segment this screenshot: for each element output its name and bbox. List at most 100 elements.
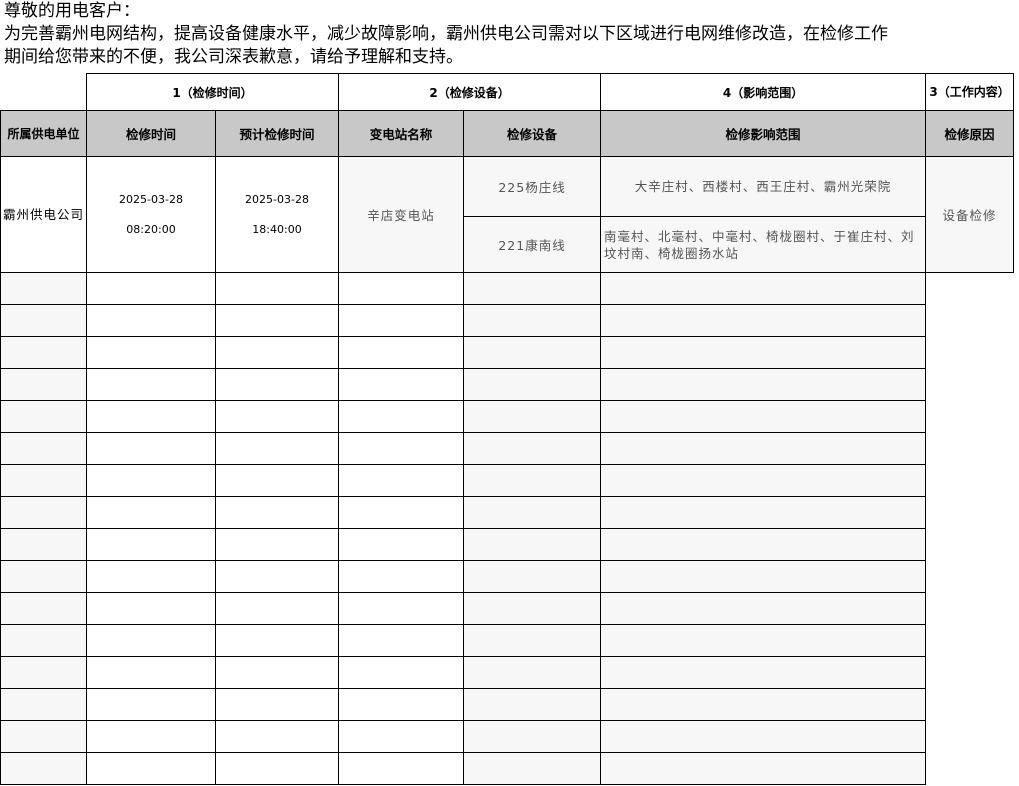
empty-cell xyxy=(214,592,340,625)
empty-cell xyxy=(0,528,87,561)
empty-cell xyxy=(86,304,216,337)
col-device: 检修设备 xyxy=(463,110,602,157)
empty-row xyxy=(0,400,1014,433)
empty-cell xyxy=(463,432,602,465)
empty-cell xyxy=(0,336,87,369)
empty-cell xyxy=(338,304,465,337)
empty-cell xyxy=(600,432,927,465)
empty-cell xyxy=(0,368,87,401)
empty-cell xyxy=(463,464,602,497)
empty-cell xyxy=(214,400,340,433)
empty-cell xyxy=(600,336,927,369)
empty-cell xyxy=(86,528,216,561)
empty-cell xyxy=(214,624,340,657)
empty-cell xyxy=(0,624,87,657)
empty-cell xyxy=(0,720,87,753)
empty-cell xyxy=(338,496,465,529)
empty-row xyxy=(0,464,1014,497)
empty-cell xyxy=(0,560,87,593)
empty-cell xyxy=(463,272,602,305)
col-scope: 检修影响范围 xyxy=(600,110,927,157)
section-time: 1（检修时间） xyxy=(85,73,340,111)
empty-cell xyxy=(600,464,927,497)
substation-cell: 辛店变电站 xyxy=(338,156,465,273)
empty-cell xyxy=(600,560,927,593)
empty-cell xyxy=(463,368,602,401)
col-start-time: 检修时间 xyxy=(86,110,216,157)
empty-cell xyxy=(0,432,87,465)
empty-cell xyxy=(338,464,465,497)
col-reason: 检修原因 xyxy=(925,110,1015,157)
empty-cell xyxy=(214,464,340,497)
empty-row xyxy=(0,496,1014,529)
empty-cell xyxy=(600,752,927,785)
empty-cell xyxy=(0,496,87,529)
section-scope: 4（影响范围） xyxy=(600,73,927,111)
empty-cell xyxy=(0,272,87,305)
empty-cell xyxy=(0,752,87,785)
end-date: 2025-03-28 xyxy=(245,192,309,206)
empty-row xyxy=(0,592,1014,625)
empty-cell xyxy=(86,688,216,721)
empty-row xyxy=(0,720,1014,753)
empty-cell xyxy=(214,368,340,401)
empty-cell xyxy=(463,624,602,657)
empty-cell xyxy=(214,432,340,465)
notice-line-2: 期间给您带来的不便，我公司深表歉意，请给予理解和支持。 xyxy=(4,47,463,67)
empty-cell xyxy=(338,336,465,369)
empty-row xyxy=(0,624,1014,657)
empty-cell xyxy=(214,496,340,529)
start-time-cell: 2025-03-28 08:20:00 xyxy=(86,156,216,273)
empty-cell xyxy=(86,624,216,657)
empty-cell xyxy=(86,752,216,785)
empty-cell xyxy=(600,688,927,721)
empty-cell xyxy=(338,560,465,593)
end-time-cell: 2025-03-28 18:40:00 xyxy=(214,156,340,273)
empty-rows xyxy=(0,272,1014,785)
empty-cell xyxy=(338,368,465,401)
empty-row xyxy=(0,336,1014,369)
empty-cell xyxy=(600,368,927,401)
empty-cell xyxy=(338,624,465,657)
empty-cell xyxy=(86,368,216,401)
maintenance-table: 1（检修时间） 2（检修设备） 4（影响范围） 3（工作内容） 所属供电单位 检… xyxy=(0,73,1015,785)
empty-cell xyxy=(86,560,216,593)
table-row: 霸州供电公司 2025-03-28 08:20:00 2025-03-28 18… xyxy=(0,156,1015,273)
unit-name-cell: 霸州供电公司 xyxy=(0,156,87,273)
empty-cell xyxy=(463,560,602,593)
empty-cell xyxy=(338,400,465,433)
empty-cell xyxy=(600,624,927,657)
empty-cell xyxy=(338,592,465,625)
notice-greeting: 尊敬的用电客户： xyxy=(4,1,140,21)
empty-row xyxy=(0,656,1014,689)
empty-row xyxy=(0,304,1014,337)
empty-cell xyxy=(338,752,465,785)
empty-row xyxy=(0,752,1014,785)
empty-cell xyxy=(600,528,927,561)
empty-cell xyxy=(214,656,340,689)
scope-cell-2: 南毫村、北毫村、中毫村、椅栊圈村、于崔庄村、刘坟村南、椅栊圈扬水站 xyxy=(600,216,927,273)
empty-cell xyxy=(463,656,602,689)
empty-cell xyxy=(600,720,927,753)
col-substation: 变电站名称 xyxy=(338,110,465,157)
empty-cell xyxy=(463,688,602,721)
empty-cell xyxy=(463,304,602,337)
section-work: 3（工作内容） xyxy=(925,73,1015,111)
device-cell-1: 225杨庄线 xyxy=(463,156,602,217)
start-clock: 08:20:00 xyxy=(126,222,176,236)
empty-row xyxy=(0,272,1014,305)
empty-cell xyxy=(0,304,87,337)
notice-line-1: 为完善霸州电网结构，提高设备健康水平，减少故障影响，霸州供电公司需对以下区域进行… xyxy=(4,24,888,44)
col-end-time: 预计检修时间 xyxy=(214,110,340,157)
empty-row xyxy=(0,432,1014,465)
scope-cell-1: 大辛庄村、西楼村、西王庄村、霸州光荣院 xyxy=(600,156,927,217)
device-cell-2: 221康南线 xyxy=(463,216,602,273)
empty-cell xyxy=(86,400,216,433)
empty-cell xyxy=(0,592,87,625)
start-date: 2025-03-28 xyxy=(119,192,183,206)
empty-cell xyxy=(338,688,465,721)
empty-cell xyxy=(338,720,465,753)
empty-cell xyxy=(600,656,927,689)
empty-cell xyxy=(600,592,927,625)
empty-cell xyxy=(86,592,216,625)
